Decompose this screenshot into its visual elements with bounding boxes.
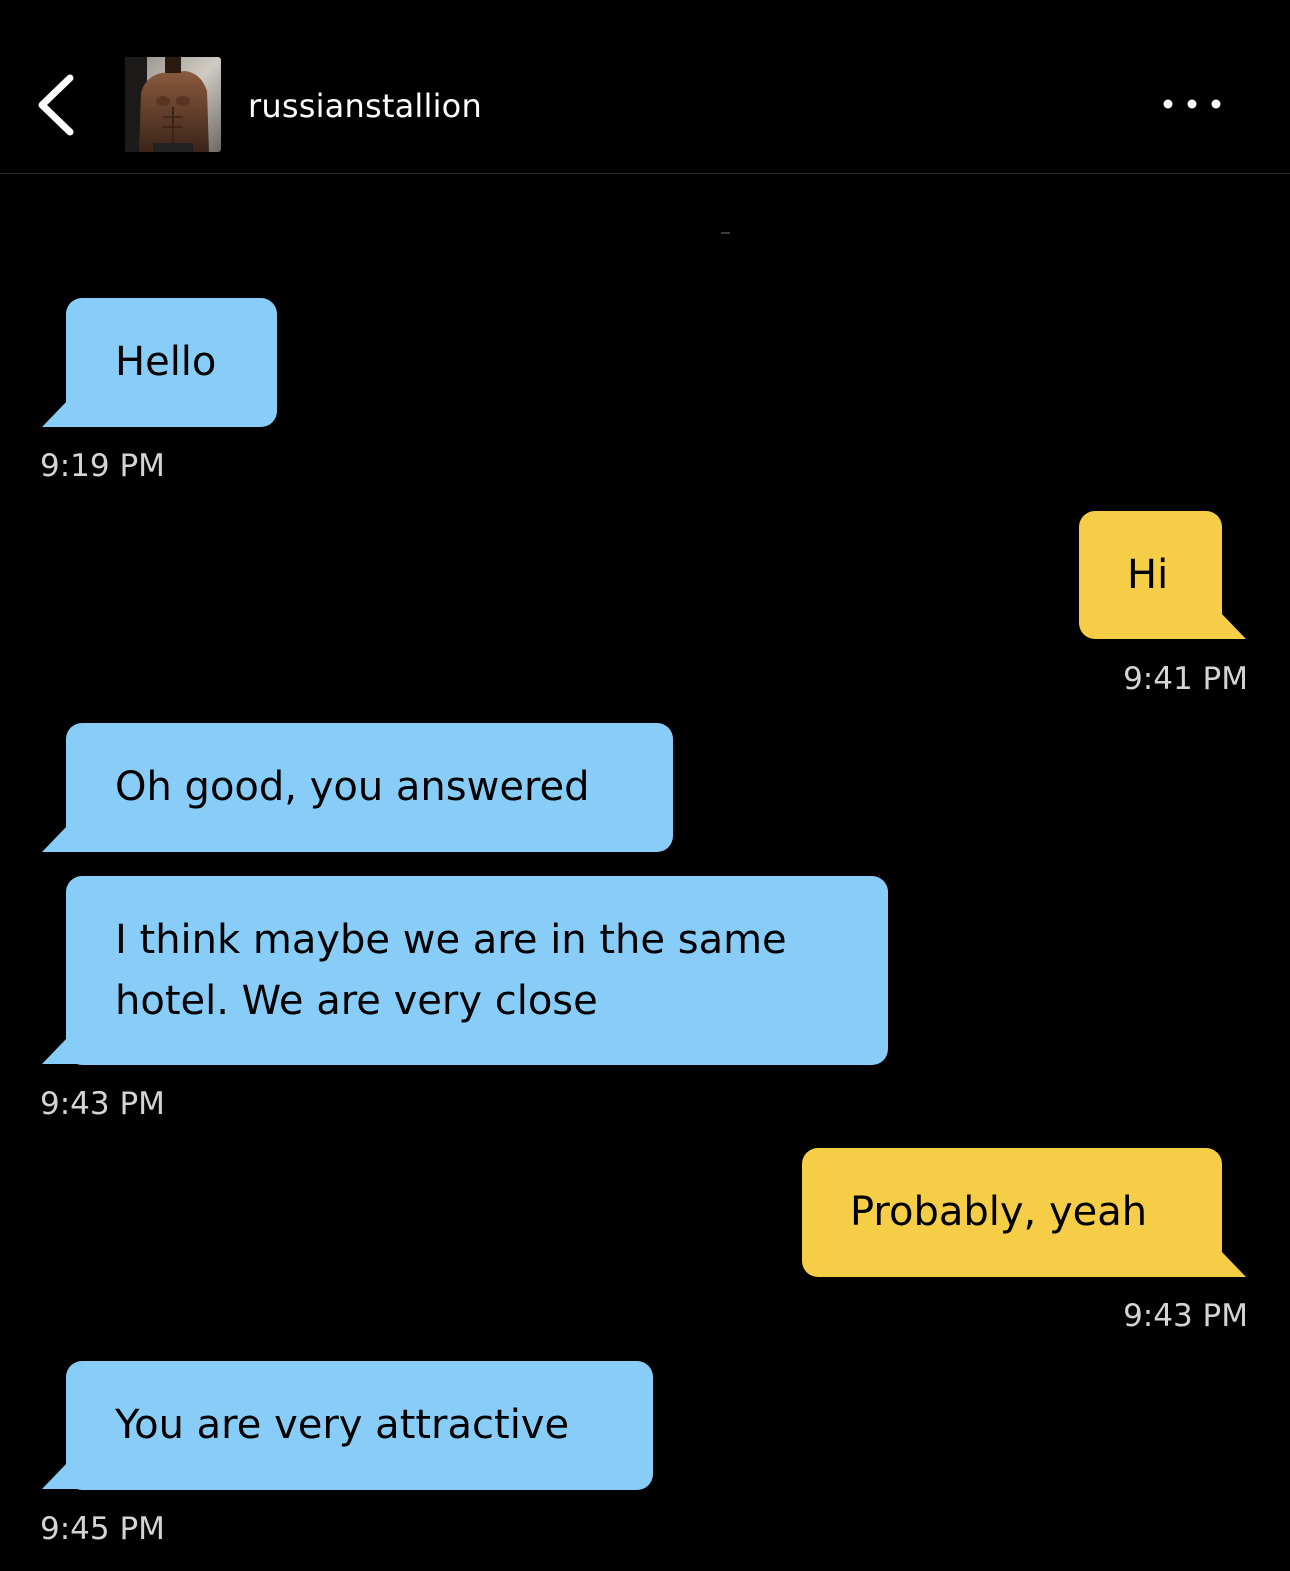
message-text: Hi <box>1127 552 1169 598</box>
message-text: I think maybe we are in the same hotel. … <box>115 917 787 1024</box>
divider-mark <box>721 232 730 234</box>
message-text: Probably, yeah <box>850 1189 1148 1235</box>
message-text: Oh good, you answered <box>115 764 590 810</box>
chat-username[interactable]: russianstallion <box>248 86 482 126</box>
incoming-message-bubble[interactable]: Hello <box>66 298 277 427</box>
chevron-left-icon <box>38 74 74 136</box>
message-text: Hello <box>115 339 217 385</box>
message-timestamp: 9:43 PM <box>1123 1298 1248 1334</box>
profile-photo <box>125 57 221 152</box>
conversation-header: russianstallion <box>0 0 1290 174</box>
message-timestamp: 9:45 PM <box>40 1511 165 1547</box>
message-timestamp: 9:19 PM <box>40 448 165 484</box>
outgoing-message-bubble[interactable]: Probably, yeah <box>802 1148 1222 1277</box>
message-text: You are very attractive <box>115 1402 570 1448</box>
incoming-message-bubble[interactable]: Oh good, you answered <box>66 723 673 852</box>
outgoing-message-bubble[interactable]: Hi <box>1079 511 1222 639</box>
more-horizontal-icon <box>1163 99 1221 109</box>
message-timestamp: 9:43 PM <box>40 1086 165 1122</box>
more-options-button[interactable] <box>1156 84 1228 124</box>
incoming-message-bubble[interactable]: I think maybe we are in the same hotel. … <box>66 876 888 1065</box>
avatar[interactable] <box>125 57 221 152</box>
message-timestamp: 9:41 PM <box>1123 661 1248 697</box>
back-button[interactable] <box>22 62 92 146</box>
incoming-message-bubble[interactable]: You are very attractive <box>66 1361 653 1490</box>
